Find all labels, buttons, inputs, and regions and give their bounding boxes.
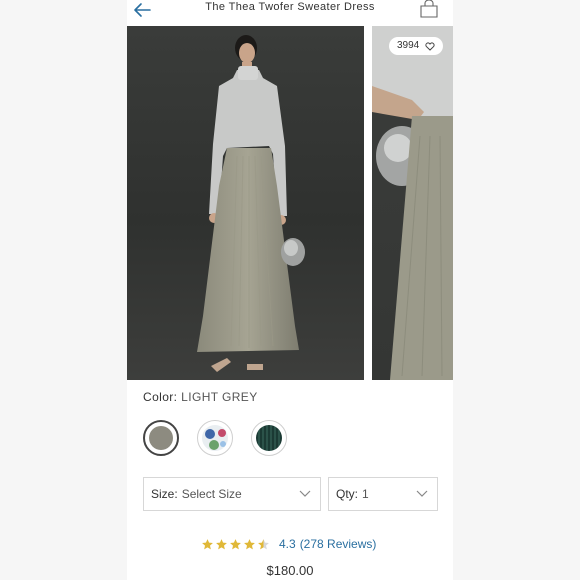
- swatch-dark-green[interactable]: [251, 420, 287, 456]
- star-icon: [244, 538, 255, 549]
- model-closeup-illustration: [372, 26, 453, 380]
- qty-label: Qty:: [336, 487, 359, 501]
- star-icon: [202, 538, 213, 549]
- color-label: Color:: [143, 390, 178, 404]
- star-icon: [230, 538, 241, 549]
- size-value: Select Size: [181, 487, 242, 501]
- qty-value: 1: [362, 487, 369, 501]
- like-badge[interactable]: 3994: [389, 37, 444, 55]
- star-icon: [216, 538, 227, 549]
- page-title: The Thea Twofer Sweater Dress: [205, 1, 375, 13]
- heart-icon[interactable]: [425, 41, 435, 51]
- product-page: The Thea Twofer Sweater Dress 3994 Color…: [127, 0, 453, 580]
- star-rating: [201, 538, 270, 551]
- size-label: Size:: [151, 487, 178, 501]
- swatch-floral[interactable]: [197, 420, 233, 456]
- arrow-left-icon[interactable]: [131, 0, 153, 20]
- product-photo-main[interactable]: [127, 26, 364, 380]
- swatch-light-grey[interactable]: [143, 420, 179, 456]
- model-illustration: [197, 35, 305, 372]
- star-half-icon: [258, 538, 269, 549]
- floral-pattern: [205, 429, 226, 450]
- chevron-down-icon: [416, 490, 428, 497]
- shopping-bag-icon[interactable]: [418, 0, 440, 18]
- price: $180.00: [266, 563, 314, 578]
- reviews-summary[interactable]: 4.3 (278 Reviews): [201, 537, 376, 551]
- rating-value[interactable]: 4.3: [279, 537, 296, 551]
- size-select[interactable]: Size: Select Size: [143, 477, 321, 511]
- image-gallery[interactable]: 3994: [127, 26, 453, 382]
- header: The Thea Twofer Sweater Dress: [127, 0, 453, 24]
- product-photo-second[interactable]: 3994: [372, 26, 453, 380]
- likes-count: 3994: [397, 40, 420, 51]
- color-selected-value: LIGHT GREY: [181, 390, 258, 404]
- color-label-row: Color: LIGHT GREY: [143, 390, 258, 404]
- quantity-select[interactable]: Qty: 1: [328, 477, 438, 511]
- chevron-down-icon: [299, 490, 311, 497]
- review-count-link[interactable]: (278 Reviews): [300, 537, 377, 551]
